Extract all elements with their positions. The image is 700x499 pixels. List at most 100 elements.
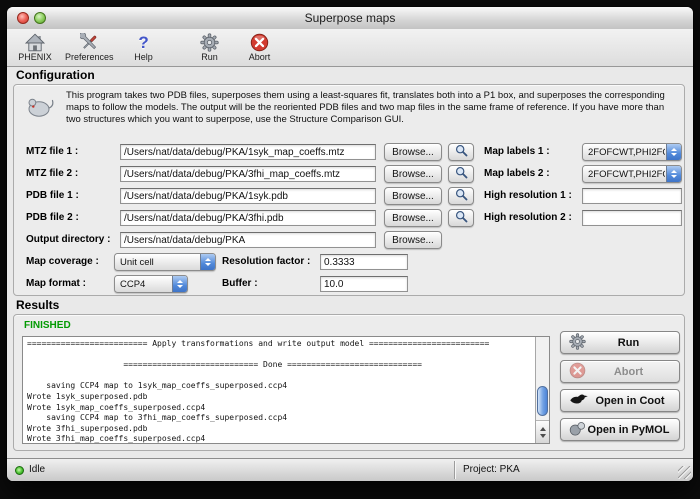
resize-grip[interactable] (678, 466, 691, 479)
run-button[interactable]: Run (560, 331, 680, 354)
map-labels-1-value: 2FOFCWT,PHI2FOF... (588, 147, 665, 158)
resolution-factor-input[interactable] (320, 254, 408, 270)
pdb-file-2-label: PDB file 2 : (26, 212, 79, 223)
titlebar[interactable]: Superpose maps (7, 7, 693, 30)
console-scrollbar[interactable] (535, 337, 549, 443)
pdb-file-1-label: PDB file 1 : (26, 190, 79, 201)
statusbar-separator (454, 461, 456, 479)
map-coverage-select[interactable]: Unit cell (114, 253, 216, 271)
console-output[interactable]: ========================= Apply transfor… (22, 336, 550, 444)
map-labels-2-label: Map labels 2 : (484, 168, 550, 179)
magnifier-icon (455, 166, 468, 182)
toolbar-preferences-button[interactable]: Preferences (63, 31, 116, 63)
map-labels-1-label: Map labels 1 : (484, 146, 550, 157)
mtz-file-1-label: MTZ file 1 : (26, 146, 78, 157)
mtz-file-1-row: MTZ file 1 : Browse... Map labels 1 : 2F… (14, 143, 684, 163)
zoom-button[interactable] (34, 12, 46, 24)
chevron-updown-icon (172, 276, 187, 292)
mtz-file-2-row: MTZ file 2 : Browse... Map labels 2 : 2F… (14, 165, 684, 185)
map-labels-2-select[interactable]: 2FOFCWT,PHI2FOF... (582, 165, 682, 183)
buffer-label: Buffer : (222, 278, 258, 289)
chevron-updown-icon (200, 254, 215, 270)
help-icon: ? (138, 32, 148, 52)
coot-bird-icon (569, 392, 589, 409)
scrollbar-arrows[interactable] (536, 420, 549, 443)
toolbar-abort-button[interactable]: Abort (238, 31, 282, 63)
magnifier-icon (455, 144, 468, 160)
chevron-updown-icon (666, 166, 681, 182)
console-text[interactable]: ========================= Apply transfor… (23, 337, 536, 443)
status-badge: FINISHED (24, 320, 71, 331)
pdb-file-2-view-button[interactable] (448, 209, 474, 227)
pdb-file-1-input[interactable] (120, 188, 376, 204)
high-resolution-2-label: High resolution 2 : (484, 212, 572, 223)
status-bar: Idle Project: PKA (7, 458, 693, 481)
open-in-coot-label: Open in Coot (589, 395, 671, 407)
results-heading: Results (16, 298, 59, 312)
toolbar-run-button[interactable]: Run (188, 31, 232, 63)
mtz-file-1-view-button[interactable] (448, 143, 474, 161)
high-resolution-1-label: High resolution 1 : (484, 190, 572, 201)
toolbar: PHENIX Preferences ? Help (7, 29, 693, 67)
high-resolution-1-input[interactable] (582, 188, 682, 204)
status-state: Idle (29, 464, 45, 475)
output-directory-input[interactable] (120, 232, 376, 248)
mtz-file-1-browse-button[interactable]: Browse... (384, 143, 442, 161)
mtz-file-1-input[interactable] (120, 144, 376, 160)
status-project: Project: PKA (463, 464, 520, 475)
map-format-label: Map format : (26, 278, 86, 289)
toolbar-run-label: Run (201, 52, 218, 62)
toolbar-phenix-button[interactable]: PHENIX (13, 31, 57, 63)
home-icon (25, 32, 45, 52)
scroll-up-icon[interactable] (540, 427, 546, 431)
abort-icon (569, 362, 586, 382)
pdb-file-1-browse-button[interactable]: Browse... (384, 187, 442, 205)
pdb-file-2-row: PDB file 2 : Browse... High resolution 2… (14, 209, 684, 229)
scroll-down-icon[interactable] (540, 434, 546, 438)
pdb-file-1-row: PDB file 1 : Browse... High resolution 1… (14, 187, 684, 207)
configuration-heading: Configuration (16, 68, 95, 82)
output-directory-label: Output directory : (26, 234, 110, 245)
magnifier-icon (455, 210, 468, 226)
close-button[interactable] (17, 12, 29, 24)
map-coverage-row: Map coverage : Unit cell Resolution fact… (14, 253, 684, 273)
mtz-file-2-browse-button[interactable]: Browse... (384, 165, 442, 183)
phenix-critter-icon (25, 91, 55, 126)
window-title: Superpose maps (7, 7, 693, 29)
map-coverage-label: Map coverage : (26, 256, 99, 267)
toolbar-abort-label: Abort (249, 52, 271, 62)
mtz-file-2-input[interactable] (120, 166, 376, 182)
pymol-icon (569, 421, 586, 439)
map-format-row: Map format : CCP4 Buffer : (14, 275, 684, 295)
run-button-label: Run (586, 337, 671, 349)
map-labels-1-select[interactable]: 2FOFCWT,PHI2FOF... (582, 143, 682, 161)
output-directory-row: Output directory : Browse... (14, 231, 684, 251)
chevron-updown-icon (666, 144, 681, 160)
gear-icon (569, 333, 586, 353)
mtz-file-2-label: MTZ file 2 : (26, 168, 78, 179)
map-format-select[interactable]: CCP4 (114, 275, 188, 293)
pdb-file-2-input[interactable] (120, 210, 376, 226)
pdb-file-1-view-button[interactable] (448, 187, 474, 205)
buffer-input[interactable] (320, 276, 408, 292)
output-directory-browse-button[interactable]: Browse... (384, 231, 442, 249)
open-in-pymol-button[interactable]: Open in PyMOL (560, 418, 680, 441)
results-panel: FINISHED ========================= Apply… (13, 314, 685, 451)
high-resolution-2-input[interactable] (582, 210, 682, 226)
scrollbar-thumb[interactable] (537, 386, 548, 416)
program-description: This program takes two PDB files, superp… (66, 90, 672, 127)
pdb-file-2-browse-button[interactable]: Browse... (384, 209, 442, 227)
open-in-pymol-label: Open in PyMOL (586, 424, 671, 436)
map-format-value: CCP4 (120, 279, 171, 290)
map-labels-2-value: 2FOFCWT,PHI2FOF... (588, 169, 665, 180)
abort-button[interactable]: Abort (560, 360, 680, 383)
open-in-coot-button[interactable]: Open in Coot (560, 389, 680, 412)
toolbar-help-button[interactable]: ? Help (122, 31, 166, 63)
toolbar-preferences-label: Preferences (65, 52, 114, 62)
tools-icon (80, 32, 99, 52)
magnifier-icon (455, 188, 468, 204)
gear-icon (200, 32, 219, 52)
mtz-file-2-view-button[interactable] (448, 165, 474, 183)
idle-led-icon (15, 466, 24, 475)
map-coverage-value: Unit cell (120, 257, 199, 268)
